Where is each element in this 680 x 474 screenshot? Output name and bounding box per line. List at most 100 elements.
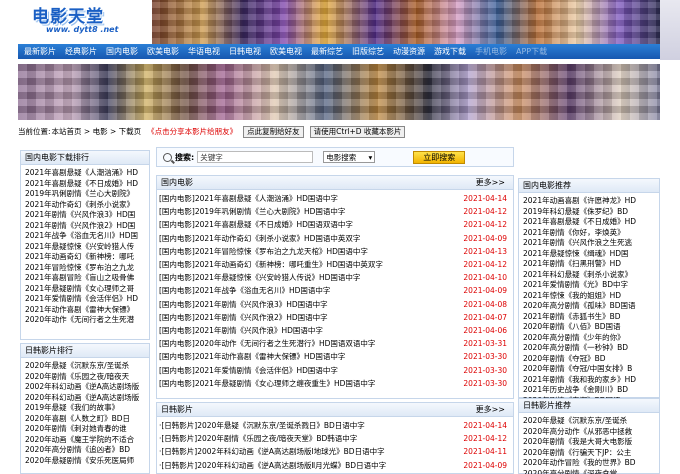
nav-item[interactable]: 动漫资源 (393, 46, 425, 57)
list-item[interactable]: 2021年剧情《你好，李焕英》 (523, 228, 655, 239)
list-item[interactable]: 2020年喜剧《人数之町》BD日 (25, 414, 145, 425)
nav-item[interactable]: 华语电视 (188, 46, 220, 57)
list-item[interactable]: 2021年喜剧冒险《盲山之吸骨佛 (25, 273, 145, 284)
wide-ad-banner[interactable] (18, 64, 660, 120)
list-item[interactable]: 2021年动画喜剧《许愿神龙》HD (523, 196, 655, 207)
search-input[interactable] (197, 151, 314, 163)
list-item[interactable]: 2020年高分剧情《深夜食堂 (523, 469, 655, 474)
table-row[interactable]: [国内电影]2021年爱情剧情《会活伴侣》HD国语中字 2021-03-30 (159, 363, 507, 376)
list-item[interactable]: 2021年战争《浴血无名川》HD国 (25, 231, 145, 242)
table-row[interactable]: [国内电影]2021年剧情《兴风作浪》HD国语中字 2021-04-06 (159, 324, 507, 337)
row-title[interactable]: [国内电影]2021年喜剧悬疑《不日成婚》HD国语双语中字 (159, 219, 353, 230)
list-item[interactable]: 2021年悬疑惊悚《兴安岭猎人传 (25, 242, 145, 253)
list-item[interactable]: 2019年巩俐剧情《兰心大剧院》 (25, 189, 145, 200)
list-item[interactable]: 2021年喜剧悬疑《人潮汹涌》HD (25, 168, 145, 179)
nav-item[interactable]: 最新影片 (24, 46, 56, 57)
row-title[interactable]: [国内电影]2021年动画奇幻《新神榜：哪吒重生》HD国语中英双字 (159, 259, 383, 270)
table-row[interactable]: [国内电影]2021年动作喜剧《雷神大保镖》HD国语中字 2021-03-30 (159, 350, 507, 363)
row-title[interactable]: [国内电影]2021年冒险惊悚《罗布泊之九龙天棺》HD国语中字 (159, 246, 368, 257)
table-row[interactable]: [国内电影]2021年剧情《兴风作浪3》HD国语中字 2021-04-08 (159, 298, 507, 311)
row-title[interactable]: [国内电影]2021年悬疑剧情《女心理师之缠夜重生》HD国语中字 (159, 378, 375, 389)
list-item[interactable]: 2021年喜剧悬疑《不日成婚》HD (523, 217, 655, 228)
list-item[interactable]: 2020年剧情《夺冠/中国女排》B (523, 364, 655, 375)
row-title[interactable]: [国内电影]2019年巩俐剧情《兰心大剧院》HD国语中字 (159, 206, 345, 217)
table-row[interactable]: [国内电影]2021年剧情《兴风作浪2》HD国语中字 2021-04-07 (159, 311, 507, 324)
table-row[interactable]: [国内电影]2021年动画奇幻《新神榜：哪吒重生》HD国语中英双字 2021-04… (159, 258, 507, 271)
site-logo[interactable]: 电影天堂 www. dytt8 .net (22, 2, 150, 40)
list-item[interactable]: 2020年科幻动画《逆A高达剧场版 (25, 393, 145, 404)
row-title[interactable]: ·[日韩影片]2020年悬疑《沉默东京/圣诞杀戮日》BD日语中字 (159, 420, 365, 431)
nav-item[interactable]: 手机电影 (475, 46, 507, 57)
nav-item[interactable]: 日韩电视 (229, 46, 261, 57)
row-title[interactable]: [国内电影]2021年剧情《兴风作浪》HD国语中字 (159, 325, 323, 336)
row-title[interactable]: [国内电影]2021年剧情《兴风作浪2》HD国语中字 (159, 312, 328, 323)
row-title[interactable]: [国内电影]2021年喜剧悬疑《人潮汹涌》HD国语中字 (159, 193, 338, 204)
list-item[interactable]: 2020年高分剧情《一秒钟》BD (523, 343, 655, 354)
list-item[interactable]: 2019年悬疑《我们的故事》 (25, 403, 145, 414)
more-link[interactable]: 更多>> (476, 403, 505, 417)
nav-item[interactable]: APP下载 (516, 46, 547, 57)
table-row[interactable]: [国内电影]2021年喜剧悬疑《不日成婚》HD国语双语中字 2021-04-12 (159, 218, 507, 231)
nav-item[interactable]: 游戏下载 (434, 46, 466, 57)
list-item[interactable]: 2021年动作奇幻《刺杀小说家》 (25, 200, 145, 211)
list-item[interactable]: 2020年高分剧情《孤味》BD国语 (523, 301, 655, 312)
table-row[interactable]: [国内电影]2019年巩俐剧情《兰心大剧院》HD国语中字 2021-04-12 (159, 205, 507, 218)
list-item[interactable]: 2020年剧情《行骗天下JP：公主 (523, 448, 655, 459)
list-item[interactable]: 2021年惊悚《我的姐姐》HD (523, 291, 655, 302)
list-item[interactable]: 2019年科幻悬疑《侏罗纪》BD (523, 207, 655, 218)
list-item[interactable]: 2020年悬疑《沉默东京/圣诞杀 (523, 416, 655, 427)
list-item[interactable]: 2021年喜剧悬疑《不日成婚》HD (25, 179, 145, 190)
list-item[interactable]: 2020年剧情《夺冠》BD (523, 354, 655, 365)
list-item[interactable]: 2021年历史战争《金刚川》BD (523, 385, 655, 396)
list-item[interactable]: 2020年悬疑剧情《安乐死医局师 (25, 456, 145, 467)
list-item[interactable]: 2021年悬疑惊悚《缉魂》HD国 (523, 249, 655, 260)
list-item[interactable]: 2021年爱情剧情《会活伴侣》HD (25, 294, 145, 305)
list-item[interactable]: 2021年科幻悬疑《刺杀小说家》 (523, 270, 655, 281)
row-title[interactable]: ·[日韩影片]2020年剧情《乐园之夜/暗夜天堂》BD韩语中字 (159, 433, 357, 444)
list-item[interactable]: 2021年剧情《兴风作浪之生死逃 (523, 238, 655, 249)
table-row[interactable]: ·[日韩影片]2020年科幻动画《逆A高达剧场版Ⅱ月光蝶》BD日语中字 2021-… (159, 459, 507, 472)
list-item[interactable]: 2021年剧情《赤狐书生》BD (523, 312, 655, 323)
row-title[interactable]: [国内电影]2021年剧情《兴风作浪3》HD国语中字 (159, 299, 328, 310)
table-row[interactable]: ·[日韩影片]2002年科幻动画《逆A高达剧场版Ⅰ地球光》BD日语中字 2021-… (159, 445, 507, 458)
more-link[interactable]: 更多>> (476, 176, 505, 190)
list-item[interactable]: 2021年剧情《兴风作浪3》HD国 (25, 210, 145, 221)
list-item[interactable]: 2020年高分动作《从邪恶中拯救 (523, 427, 655, 438)
nav-item[interactable]: 欧美电影 (147, 46, 179, 57)
breadcrumb[interactable]: 本站首页 > 电影 > 下载页 (52, 126, 142, 137)
list-item[interactable]: 2020年动作冒险《我的世界》BD (523, 458, 655, 469)
list-item[interactable]: 2021年剧情《兴风作浪2》HD国 (25, 221, 145, 232)
row-title[interactable]: [国内电影]2021年动作奇幻《刺杀小说家》HD国语中英双字 (159, 233, 360, 244)
row-title[interactable]: [国内电影]2021年悬疑惊悚《兴安岭猎人传说》HD国语中字 (159, 272, 360, 283)
table-row[interactable]: [国内电影]2020年动作《无间行者之生死潜行》HD国语双语中字 2021-03-… (159, 337, 507, 350)
table-row[interactable]: [国内电影]2021年动作奇幻《刺杀小说家》HD国语中英双字 2021-04-09 (159, 232, 507, 245)
nav-item[interactable]: 欧美电视 (270, 46, 302, 57)
top-ad-banner[interactable] (152, 0, 660, 44)
list-item[interactable]: 2021年剧情《扫黑刑警》HD (523, 259, 655, 270)
list-item[interactable]: 2020年高分剧情《追凶者》BD (25, 445, 145, 456)
list-item[interactable]: 2021年剧情《我和我的家乡》HD (523, 375, 655, 386)
list-item[interactable]: 2020年动画《魔王学院的不适合 (25, 435, 145, 446)
list-item[interactable]: 2020年动作《无间行者之生死潜 (25, 315, 145, 326)
nav-item[interactable]: 经典影片 (65, 46, 97, 57)
row-title[interactable]: ·[日韩影片]2020年科幻动画《逆A高达剧场版Ⅱ月光蝶》BD日语中字 (159, 460, 386, 471)
row-title[interactable]: [国内电影]2021年爱情剧情《会活伴侣》HD国语中字 (159, 365, 338, 376)
search-type-select[interactable]: 电影搜索 ▾ (323, 151, 376, 163)
list-item[interactable]: 2021年悬疑剧情《女心理师之哥 (25, 284, 145, 295)
table-row[interactable]: [国内电影]2021年喜剧悬疑《人潮汹涌》HD国语中字 2021-04-14 (159, 192, 507, 205)
list-item[interactable]: 2020年剧情《乐园之夜/暗夜天 (25, 372, 145, 383)
list-item[interactable]: 2020年高分剧情《少年的你》 (523, 333, 655, 344)
list-item[interactable]: 2021年动作喜剧《雷神大保镖》 (25, 305, 145, 316)
nav-item[interactable]: 国内电影 (106, 46, 138, 57)
row-title[interactable]: [国内电影]2021年动作喜剧《雷神大保镖》HD国语中字 (159, 351, 345, 362)
nav-item[interactable]: 旧版综艺 (352, 46, 384, 57)
table-row[interactable]: [国内电影]2021年悬疑剧情《女心理师之缠夜重生》HD国语中字 2021-03-… (159, 377, 507, 390)
share-link[interactable]: 《点击分享本影片给朋友》 (147, 126, 237, 137)
list-item[interactable]: 2020年剧情《我是大哥大电影版 (523, 437, 655, 448)
table-row[interactable]: [国内电影]2021年悬疑惊悚《兴安岭猎人传说》HD国语中字 2021-04-10 (159, 271, 507, 284)
table-row[interactable]: [国内电影]2021年战争《浴血无名川》HD国语中字 2021-04-09 (159, 284, 507, 297)
bookmark-button[interactable]: 请使用Ctrl+D 收藏本影片 (309, 125, 406, 138)
list-item[interactable]: 2021年冒险惊悚《罗布泊之九龙 (25, 263, 145, 274)
list-item[interactable]: 2020年悬疑《沉默东京/圣诞杀 (25, 361, 145, 372)
copy-button[interactable]: 点此复制给好友 (243, 125, 304, 138)
